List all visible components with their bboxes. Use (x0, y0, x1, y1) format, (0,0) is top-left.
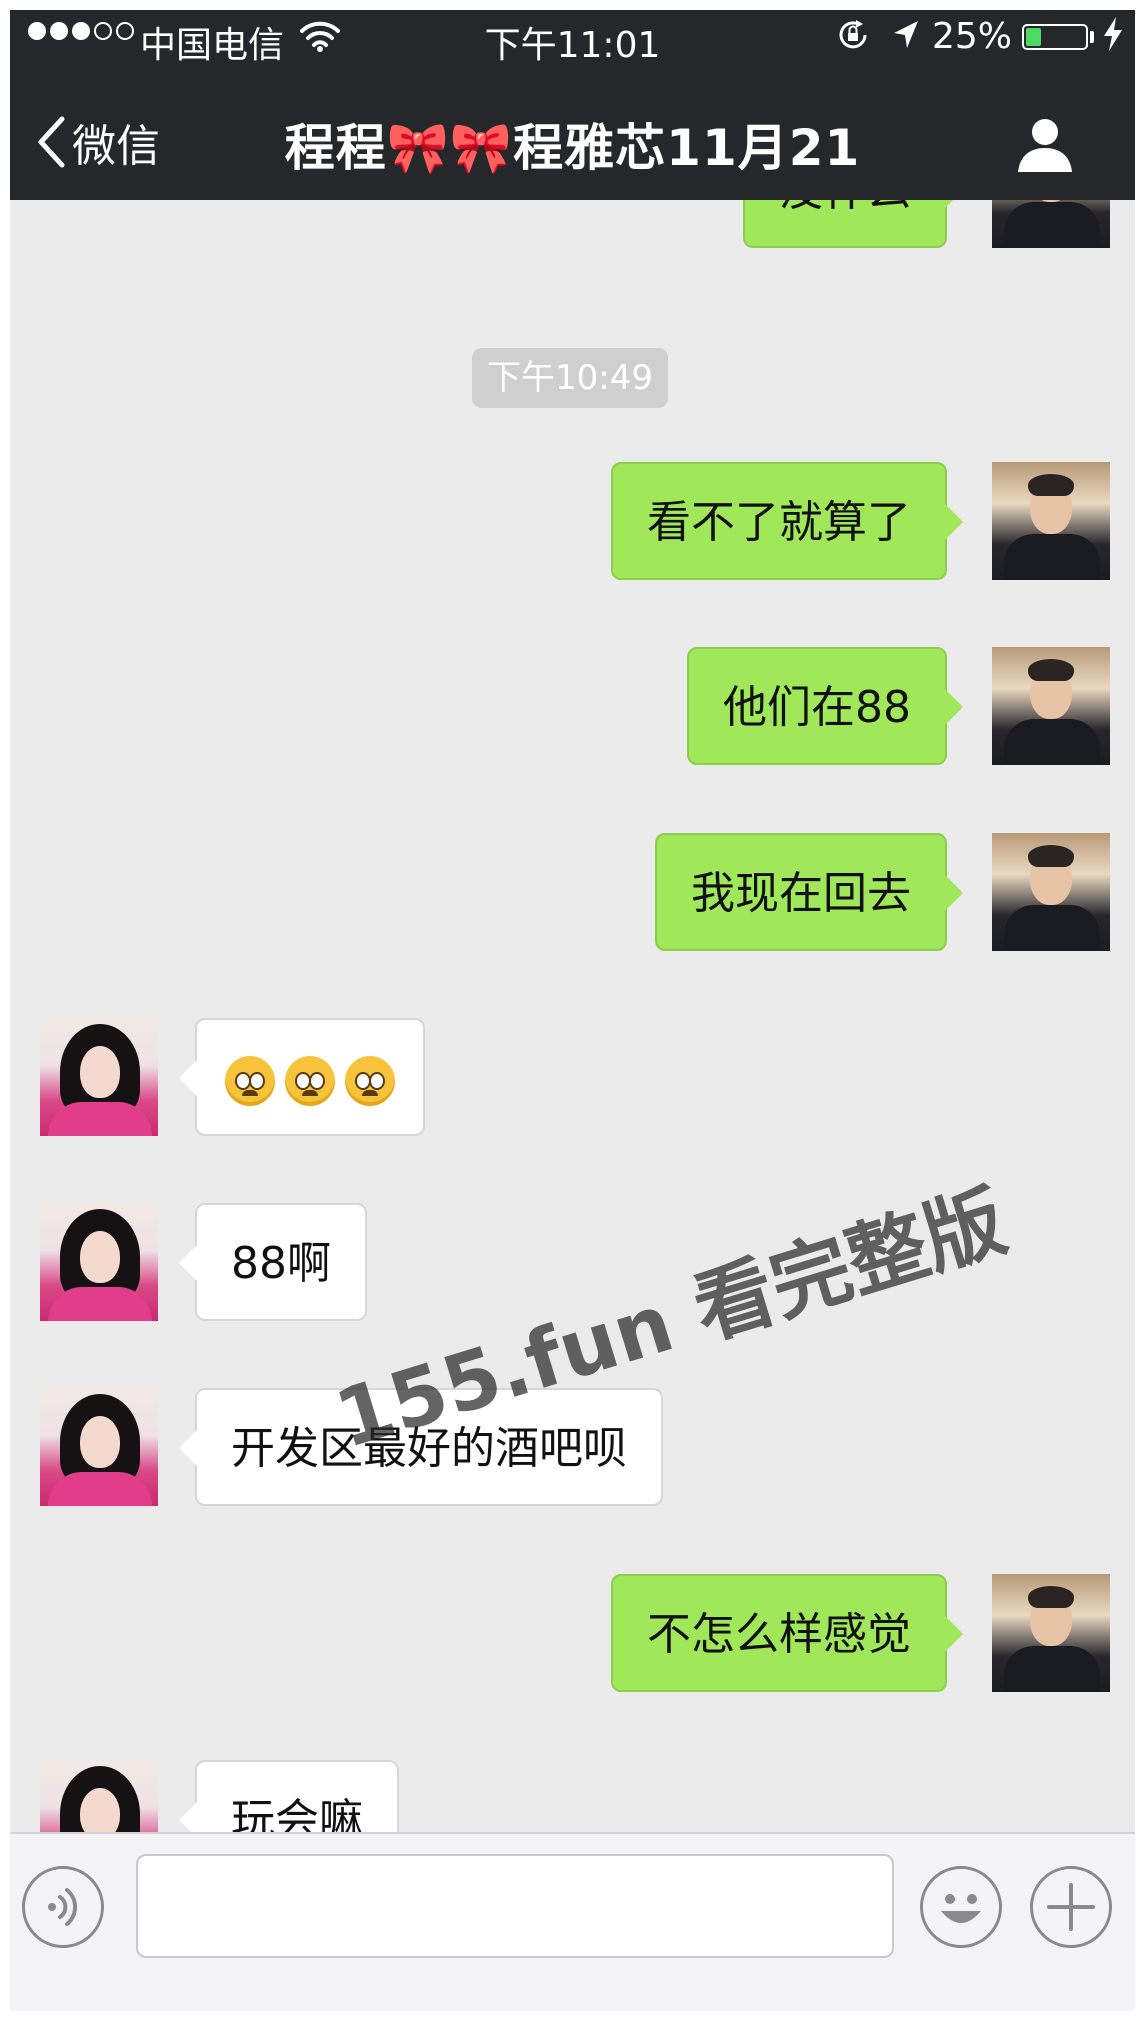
avatar[interactable] (992, 647, 1110, 765)
status-bar: 中国电信 下午11:01 25% (10, 10, 1135, 66)
avatar[interactable] (40, 1203, 158, 1321)
location-arrow-icon (890, 18, 922, 61)
message-row: 他们在88 (10, 647, 1135, 767)
message-row: 没什么 (10, 200, 1135, 250)
avatar[interactable] (992, 462, 1110, 580)
chat-title: 程程🎀🎀程雅芯11月21 (284, 119, 861, 177)
timestamp-badge: 下午10:49 (472, 348, 668, 408)
message-row: 不怎么样感觉 (10, 1574, 1135, 1694)
voice-icon (48, 1888, 78, 1926)
more-button[interactable] (1030, 1866, 1112, 1948)
voice-button[interactable] (22, 1866, 104, 1948)
message-list[interactable]: 没什么 下午10:49 看不了就算了 他们在88 我现在回去 (10, 200, 1135, 1832)
top-bar: 中国电信 下午11:01 25% 微信 程程🎀🎀程雅芯11月21 (10, 10, 1135, 200)
chat-screen: 中国电信 下午11:01 25% 微信 程程🎀🎀程雅芯11月21 下午10:49… (10, 10, 1135, 2011)
avatar[interactable] (40, 1388, 158, 1506)
message-bubble-outgoing[interactable]: 看不了就算了 (611, 462, 963, 580)
avatar[interactable] (40, 1760, 158, 1832)
avatar[interactable] (992, 200, 1110, 248)
pleading-face-icon (345, 1056, 395, 1106)
rotation-lock-icon (836, 18, 870, 61)
battery-percent: 25% (932, 16, 1013, 57)
message-bubble-incoming[interactable]: 88啊 (179, 1203, 367, 1321)
message-bubble-outgoing[interactable]: 没什么 (743, 200, 963, 248)
smiley-icon (941, 1894, 981, 1923)
avatar[interactable] (992, 1574, 1110, 1692)
navigation-bar: 微信 程程🎀🎀程雅芯11月21 (10, 62, 1135, 200)
battery-nub (1090, 31, 1094, 43)
message-row (10, 1018, 1135, 1138)
message-row: 我现在回去 (10, 833, 1135, 953)
battery-level (1026, 28, 1041, 46)
pleading-face-icon (225, 1056, 275, 1106)
charging-icon (1102, 16, 1124, 60)
battery-icon (1022, 24, 1088, 50)
message-bubble-outgoing[interactable]: 不怎么样感觉 (611, 1574, 963, 1692)
message-bubble-outgoing[interactable]: 我现在回去 (655, 833, 963, 951)
pleading-face-icon (285, 1056, 335, 1106)
message-bubble-incoming[interactable]: 玩会嘛 (179, 1760, 399, 1832)
message-bubble-incoming[interactable] (179, 1018, 425, 1136)
avatar[interactable] (40, 1018, 158, 1136)
message-bubble-outgoing[interactable]: 他们在88 (687, 647, 963, 765)
plus-icon (1047, 1883, 1095, 1931)
input-bar (10, 1832, 1135, 2011)
person-icon[interactable] (1016, 116, 1074, 178)
message-row: 开发区最好的酒吧呗 (10, 1388, 1135, 1508)
message-input[interactable] (136, 1854, 894, 1958)
message-row: 玩会嘛 (10, 1760, 1135, 1832)
emoji-button[interactable] (920, 1866, 1002, 1948)
avatar[interactable] (992, 833, 1110, 951)
message-row: 看不了就算了 (10, 462, 1135, 582)
